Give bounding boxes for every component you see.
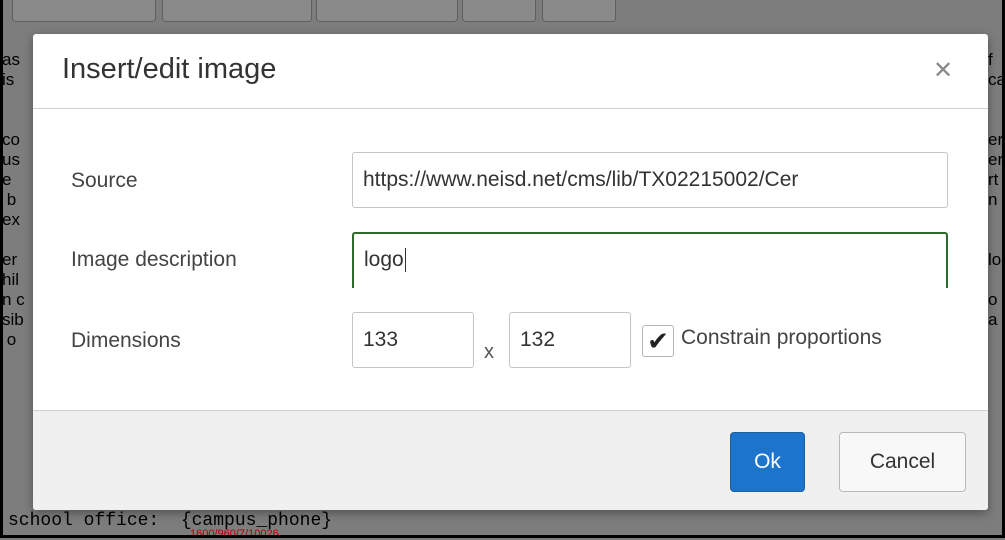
ok-button[interactable]: Ok: [730, 432, 805, 492]
insert-image-dialog: Insert/edit image ✕ Source https://www.n…: [33, 34, 988, 510]
cancel-button[interactable]: Cancel: [839, 432, 966, 492]
text-caret: [404, 248, 406, 273]
constrain-proportions-label[interactable]: Constrain proportions: [681, 326, 882, 350]
image-description-label: Image description: [71, 248, 237, 271]
dialog-header: Insert/edit image ✕: [33, 34, 988, 109]
image-description-value: logo: [364, 248, 404, 271]
checkmark-icon: ✔: [647, 326, 669, 356]
close-icon[interactable]: ✕: [930, 58, 956, 84]
source-label: Source: [71, 169, 138, 192]
dimensions-separator: x: [484, 341, 494, 363]
width-input[interactable]: 133: [352, 312, 474, 368]
dimensions-label: Dimensions: [71, 329, 181, 352]
image-description-input[interactable]: logo: [352, 232, 948, 288]
constrain-proportions-checkbox[interactable]: ✔: [642, 325, 674, 357]
source-input[interactable]: https://www.neisd.net/cms/lib/TX02215002…: [352, 152, 948, 208]
height-input[interactable]: 132: [509, 312, 631, 368]
dialog-footer: Ok Cancel: [33, 410, 988, 510]
dialog-title: Insert/edit image: [62, 53, 277, 85]
